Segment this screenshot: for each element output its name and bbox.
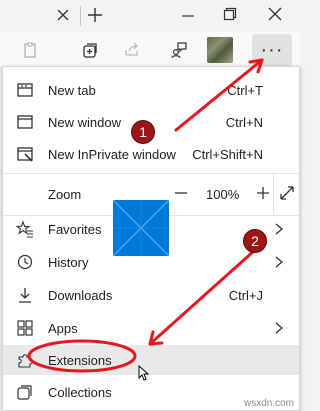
clipboard-icon [24, 42, 36, 58]
feedback-icon [171, 42, 187, 59]
menu-item-label: History [48, 255, 89, 270]
tab-icon [17, 83, 33, 97]
chevron-right-icon [275, 322, 284, 334]
menu-item-label: Apps [48, 321, 78, 336]
settings-and-more-button[interactable]: ··· [252, 34, 292, 66]
more-dots-icon: ··· [260, 38, 284, 61]
menu-item-shortcut: Ctrl+N [225, 115, 263, 130]
minimize-icon[interactable] [180, 8, 196, 24]
menu-item-label: Downloads [48, 288, 113, 303]
step-number: 2 [251, 233, 259, 249]
full-screen-button[interactable] [273, 174, 299, 214]
menu-item-label: New tab [48, 83, 96, 98]
step-badge-1: 1 [131, 120, 155, 144]
step-badge-2: 2 [243, 229, 267, 253]
mouse-cursor-icon [138, 365, 150, 381]
feedback-button[interactable] [167, 38, 191, 62]
menu-item-label: Favorites [48, 222, 102, 237]
menu-item-shortcut: Ctrl+T [227, 83, 263, 98]
reading-list-button[interactable] [18, 38, 42, 62]
star-icon [16, 220, 33, 238]
close-tab-icon[interactable] [54, 6, 72, 24]
menu-item-label: Collections [48, 385, 112, 400]
chevron-right-icon [275, 256, 284, 268]
history-icon [17, 254, 33, 270]
menu-item-new-tab[interactable]: New tab Ctrl+T [3, 75, 299, 105]
menu-item-label: Extensions [48, 353, 112, 368]
full-screen-icon [280, 186, 294, 200]
menu-item-apps[interactable]: Apps [3, 313, 299, 343]
windows-logo-icon [113, 200, 169, 256]
watermark: wsxdn.com [243, 398, 294, 409]
close-window-icon[interactable] [266, 5, 284, 23]
zoom-out-icon[interactable] [171, 183, 191, 203]
zoom-label: Zoom [48, 187, 82, 202]
zoom-in-icon[interactable] [253, 183, 273, 203]
title-bar [0, 0, 300, 32]
collections-icon [17, 385, 32, 400]
inprivate-icon [17, 147, 33, 162]
new-tab-plus-icon[interactable] [86, 6, 104, 24]
share-button[interactable] [120, 38, 144, 62]
menu-item-shortcut: Ctrl+J [228, 288, 263, 303]
apps-icon [17, 320, 33, 336]
profile-avatar[interactable] [207, 37, 233, 63]
zoom-value: 100% [206, 187, 240, 202]
collections-toolbar-button[interactable] [78, 38, 102, 62]
menu-item-extensions[interactable]: Extensions [3, 345, 299, 375]
download-icon [19, 288, 31, 303]
tab-separator [80, 6, 81, 26]
browser-toolbar: ··· [0, 32, 300, 68]
share-icon [125, 42, 138, 56]
collections-add-icon [83, 43, 97, 58]
menu-item-downloads[interactable]: Downloads Ctrl+J [3, 280, 299, 310]
menu-item-shortcut: Ctrl+Shift+N [192, 147, 263, 162]
restore-icon[interactable] [222, 6, 238, 22]
chevron-right-icon [275, 223, 284, 235]
window-icon [17, 115, 33, 129]
menu-item-new-inprivate-window[interactable]: New InPrivate window Ctrl+Shift+N [3, 139, 299, 169]
menu-item-label: New window [48, 115, 121, 130]
puzzle-icon [18, 354, 33, 368]
menu-item-label: New InPrivate window [48, 147, 176, 162]
step-number: 1 [139, 124, 147, 140]
